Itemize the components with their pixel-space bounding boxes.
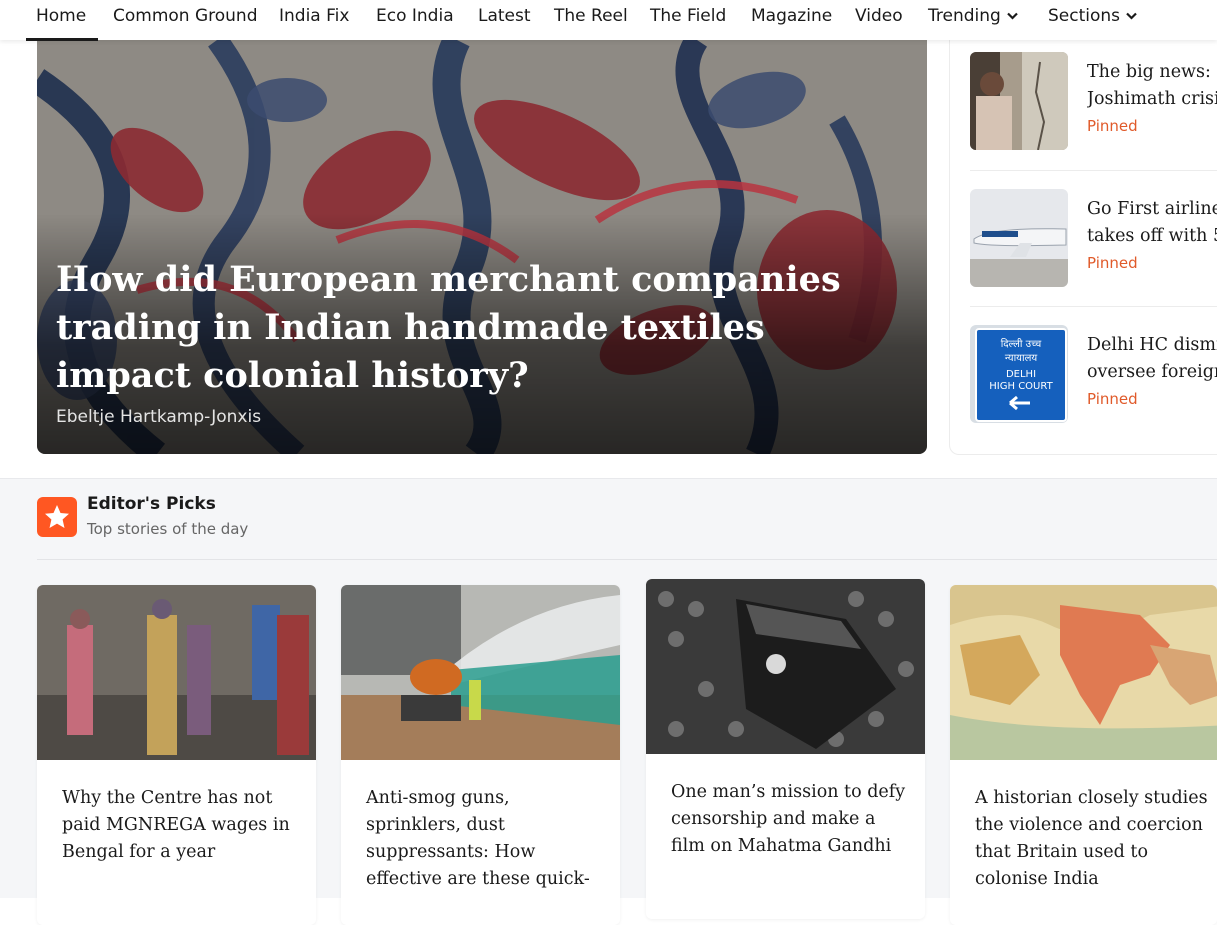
pinned-item[interactable]: Go First airline takes off with 5 Pinned xyxy=(970,189,1217,309)
nav-home[interactable]: Home xyxy=(25,0,99,41)
pinned-item[interactable]: दिल्ली उच्च न्यायालय DELHI HIGH COURT De… xyxy=(970,325,1217,445)
nav-latest[interactable]: Latest xyxy=(478,0,531,40)
pinned-title[interactable]: Delhi HC dismis oversee foreign xyxy=(1087,332,1217,386)
pinned-thumbnail: दिल्ली उच्च न्यायालय DELHI HIGH COURT xyxy=(970,325,1068,423)
top-navigation: Home Common Ground India Fix Eco India L… xyxy=(0,0,1217,41)
nav-eco-india[interactable]: Eco India xyxy=(376,0,454,40)
divider xyxy=(37,559,1217,560)
gandhi-crowd-image xyxy=(646,579,925,754)
nav-trending-label: Trending xyxy=(928,6,1001,26)
pinned-thumbnail xyxy=(970,52,1068,150)
delhi-high-court-sign-image: दिल्ली उच्च न्यायालय DELHI HIGH COURT xyxy=(970,325,1068,423)
nav-common-ground[interactable]: Common Ground xyxy=(113,0,258,40)
nav-trending[interactable]: Trending xyxy=(928,0,1018,40)
nav-sections[interactable]: Sections xyxy=(1048,0,1137,40)
story-card[interactable]: Why the Centre has not paid MGNREGA wage… xyxy=(37,585,316,925)
india-map-image xyxy=(950,585,1217,760)
svg-text:न्यायालय: न्यायालय xyxy=(1005,353,1038,364)
nav-magazine[interactable]: Magazine xyxy=(751,0,832,40)
pinned-badge: Pinned xyxy=(1087,254,1138,272)
nav-the-field[interactable]: The Field xyxy=(650,0,726,40)
story-title[interactable]: Why the Centre has not paid MGNREGA wage… xyxy=(62,785,297,866)
anti-smog-gun-image xyxy=(341,585,620,760)
editors-picks-badge xyxy=(37,497,77,537)
go-first-plane-image xyxy=(970,189,1068,287)
pinned-stories: The big news: S Joshimath crisis Pinned G… xyxy=(949,40,1217,455)
divider xyxy=(970,170,1217,171)
svg-text:DELHI: DELHI xyxy=(1006,369,1036,380)
story-title[interactable]: A historian closely studies the violence… xyxy=(975,785,1210,893)
svg-text:दिल्ली उच्च: दिल्ली उच्च xyxy=(1001,338,1042,350)
section-subtitle: Top stories of the day xyxy=(87,520,249,538)
pinned-badge: Pinned xyxy=(1087,390,1138,408)
chevron-down-icon xyxy=(1007,12,1018,20)
chevron-down-icon xyxy=(1126,12,1137,20)
pinned-title[interactable]: Go First airline takes off with 5 xyxy=(1087,196,1217,250)
divider xyxy=(970,306,1217,307)
story-title[interactable]: Anti-smog guns, sprinklers, dust suppres… xyxy=(366,785,601,893)
pinned-item[interactable]: The big news: S Joshimath crisis Pinned xyxy=(970,52,1217,172)
star-icon xyxy=(45,505,69,528)
hero-story[interactable]: How did European merchant companies trad… xyxy=(37,40,927,454)
story-card[interactable]: Anti-smog guns, sprinklers, dust suppres… xyxy=(341,585,620,925)
mgnrega-workers-image xyxy=(37,585,316,760)
nav-india-fix[interactable]: India Fix xyxy=(279,0,349,40)
svg-text:HIGH COURT: HIGH COURT xyxy=(989,381,1053,392)
story-card[interactable]: A historian closely studies the violence… xyxy=(950,585,1217,925)
nav-sections-label: Sections xyxy=(1048,6,1121,26)
nav-video[interactable]: Video xyxy=(855,0,903,40)
pinned-title[interactable]: The big news: S Joshimath crisis xyxy=(1087,59,1217,113)
nav-the-reel[interactable]: The Reel xyxy=(554,0,628,40)
story-title[interactable]: One man’s mission to defy censorship and… xyxy=(671,779,906,860)
pinned-badge: Pinned xyxy=(1087,117,1138,135)
joshimath-image xyxy=(970,52,1068,150)
section-title: Editor's Picks xyxy=(87,494,216,514)
pinned-thumbnail xyxy=(970,189,1068,287)
hero-headline[interactable]: How did European merchant companies trad… xyxy=(56,256,906,400)
story-card[interactable]: One man’s mission to defy censorship and… xyxy=(646,579,925,919)
hero-author[interactable]: Ebeltje Hartkamp-Jonxis xyxy=(56,407,261,427)
